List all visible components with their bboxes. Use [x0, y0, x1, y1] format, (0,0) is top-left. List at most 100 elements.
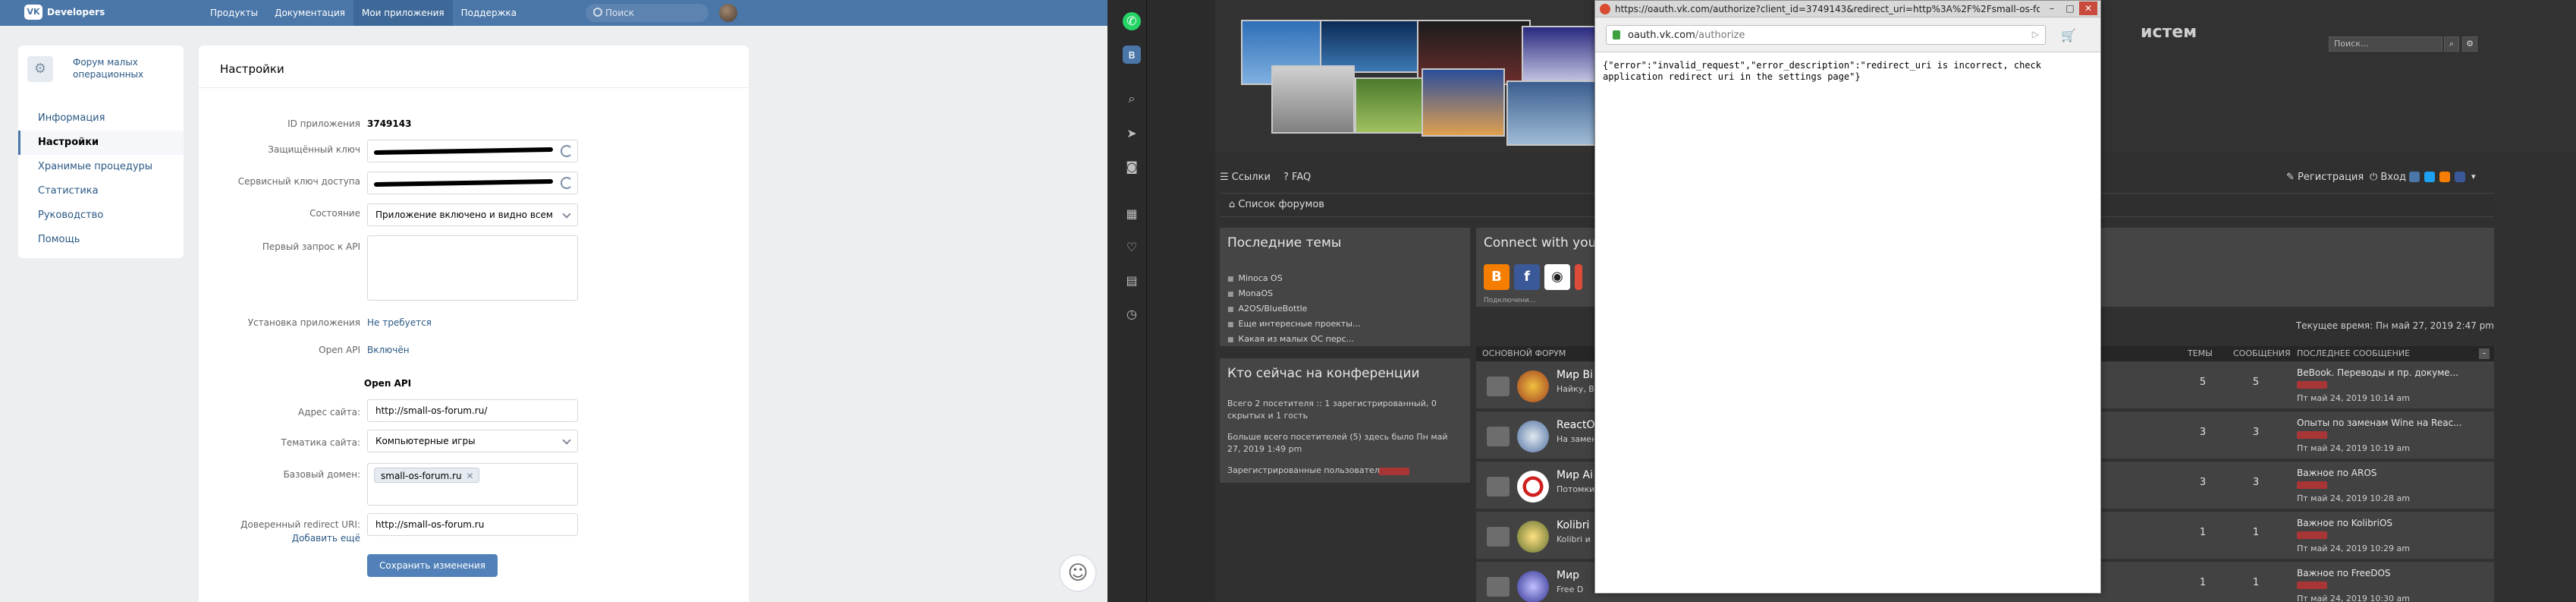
oauth-popup-window: https://oauth.vk.com/authorize?client_id… [1594, 0, 2101, 594]
nav-faq[interactable]: ? FAQ [1283, 172, 1311, 183]
forum-title[interactable]: Kolibri [1557, 519, 1589, 531]
twitter-icon[interactable] [2424, 172, 2435, 182]
nav-links[interactable]: ☰ Ссылки [1220, 172, 1271, 183]
menu-stored-procedures[interactable]: Хранимые процедуры [18, 155, 184, 179]
maximize-button[interactable]: □ [2061, 2, 2079, 15]
url-field[interactable]: oauth.vk.com/authorize ▷ [1606, 25, 2046, 45]
facebook-icon[interactable] [2455, 172, 2465, 182]
popup-title: https://oauth.vk.com/authorize?client_id… [1615, 4, 2040, 14]
heart-icon[interactable]: ♡ [1123, 238, 1141, 257]
state-select[interactable]: Приложение включено и видно всем [367, 203, 578, 226]
chevron-down-icon[interactable]: ▾ [2471, 172, 2482, 182]
service-key-label: Сервисный ключ доступа [237, 176, 360, 187]
popup-titlebar[interactable]: https://oauth.vk.com/authorize?client_id… [1595, 1, 2100, 17]
recent-topic[interactable]: Какая из малых ОС перс... [1227, 334, 1355, 344]
search-icon[interactable]: ⌕ [1123, 90, 1141, 108]
blogger-icon[interactable]: B [1484, 264, 1509, 290]
last-post-title[interactable]: Важное по FreeDOS [2297, 568, 2391, 578]
camera-icon[interactable]: ◙ [1123, 158, 1141, 176]
google-icon[interactable] [1575, 264, 1582, 290]
forum-description: На замен [1557, 434, 1597, 444]
open-api-link[interactable]: Включён [367, 345, 410, 355]
menu-info[interactable]: Информация [18, 106, 184, 131]
nav-register[interactable]: ✎ Регистрация [2286, 172, 2364, 183]
whatsapp-icon[interactable]: ✆ [1123, 12, 1141, 30]
refresh-icon[interactable] [561, 177, 573, 189]
save-button[interactable]: Сохранить изменения [367, 554, 498, 577]
recent-topic[interactable]: Minoca OS [1227, 273, 1283, 283]
user-link[interactable] [1379, 468, 1409, 475]
site-address-field[interactable]: http://small-os-forum.ru/ [367, 399, 578, 422]
recent-topic[interactable]: MonaOS [1227, 288, 1274, 298]
menu-settings[interactable]: Настройки [18, 131, 184, 155]
forum-title[interactable]: Мир [1557, 569, 1579, 582]
browser-icon [1600, 4, 1610, 14]
collapse-icon[interactable]: – [2479, 348, 2490, 359]
support-avatar-icon[interactable]: ☺ [1059, 554, 1097, 592]
github-icon[interactable]: ◉ [1544, 264, 1570, 290]
vk-brand[interactable]: Developers [47, 7, 105, 17]
user-avatar[interactable] [719, 4, 737, 22]
nav-products[interactable]: Продукты [202, 0, 266, 26]
last-post-title[interactable]: Опыты по заменам Wine на Reac... [2297, 418, 2462, 428]
nav-login[interactable]: ⏻ Вход [2370, 172, 2406, 183]
redirect-uri-field[interactable]: http://small-os-forum.ru [367, 513, 578, 536]
forum-title[interactable]: Мир Ai [1557, 469, 1593, 481]
vk-icon[interactable] [2409, 172, 2420, 182]
search-icon[interactable]: ⌕ [2444, 36, 2459, 52]
menu-guide[interactable]: Руководство [18, 203, 184, 228]
connect-title: Connect with your [1484, 235, 1602, 251]
site-theme-select[interactable]: Компьютерные игры [367, 430, 578, 452]
base-domain-field[interactable]: small-os-forum.ru ✕ [367, 463, 578, 506]
service-key-field[interactable] [367, 172, 578, 194]
last-post-author[interactable] [2297, 481, 2327, 489]
close-button[interactable]: ✕ [2079, 2, 2097, 15]
recent-topic[interactable]: Еще интересные проекты... [1227, 319, 1361, 329]
forum-description: Kolibri и [1557, 534, 1591, 544]
last-post-author[interactable] [2297, 431, 2327, 439]
who-online-panel: Кто сейчас на конференции Всего 2 посети… [1220, 358, 1470, 483]
last-post-author[interactable] [2297, 531, 2327, 539]
news-icon[interactable]: ▤ [1123, 272, 1141, 290]
minimize-button[interactable]: – [2043, 2, 2061, 15]
go-icon[interactable]: ▷ [2032, 29, 2039, 39]
facebook-icon[interactable]: f [1514, 264, 1540, 290]
nav-support[interactable]: Поддержка [453, 0, 525, 26]
blogger-icon[interactable] [2439, 172, 2450, 182]
refresh-icon[interactable] [561, 145, 573, 157]
secret-key-field[interactable] [367, 140, 578, 162]
vk-search[interactable] [586, 4, 708, 22]
forum-title[interactable]: Мир Bi [1557, 369, 1593, 381]
add-more-link[interactable]: Добавить ещё [292, 533, 360, 544]
menu-help[interactable]: Помощь [18, 228, 184, 252]
vk-icon[interactable]: в [1123, 46, 1141, 64]
gear-icon[interactable]: ⚙ [2462, 36, 2477, 52]
search-input[interactable] [605, 7, 704, 19]
history-icon[interactable]: ◷ [1123, 305, 1141, 323]
nav-my-apps[interactable]: Мои приложения [353, 0, 453, 26]
last-post-title[interactable]: BeBook. Переводы и пр. докуме... [2297, 367, 2458, 378]
send-icon[interactable]: ➤ [1123, 124, 1141, 143]
last-post-author[interactable] [2297, 582, 2327, 589]
install-label: Установка приложения [247, 317, 360, 328]
site-theme-label: Тематика сайта: [281, 437, 360, 448]
page-title: Настройки [220, 62, 284, 76]
forum-title[interactable]: ReactO [1557, 419, 1595, 431]
recent-topic[interactable]: A2OS/BlueBottle [1227, 304, 1308, 314]
menu-statistics[interactable]: Статистика [18, 179, 184, 203]
apps-grid-icon[interactable]: ▦ [1123, 205, 1141, 223]
cart-icon[interactable]: 🛒 [2061, 28, 2076, 43]
close-icon[interactable]: ✕ [467, 468, 474, 484]
side-dock: ✆ в ⌕ ➤ ◙ ▦ ♡ ▤ ◷ [1117, 0, 1147, 602]
forum-search-input[interactable]: Поиск... [2329, 36, 2442, 52]
forum-read-icon [1487, 477, 1509, 496]
app-name[interactable]: Форум малых операционных [73, 56, 171, 80]
last-post-author[interactable] [2297, 381, 2327, 389]
nav-docs[interactable]: Документация [266, 0, 353, 26]
last-post-title[interactable]: Важное по AROS [2297, 468, 2377, 478]
install-link[interactable]: Не требуется [367, 317, 432, 328]
vk-logo-icon[interactable]: VK [24, 5, 42, 20]
address-bar: oauth.vk.com/authorize ▷ 🛒 [1595, 17, 2100, 52]
first-request-textarea[interactable] [367, 235, 578, 301]
last-post-title[interactable]: Важное по KolibriOS [2297, 518, 2392, 528]
